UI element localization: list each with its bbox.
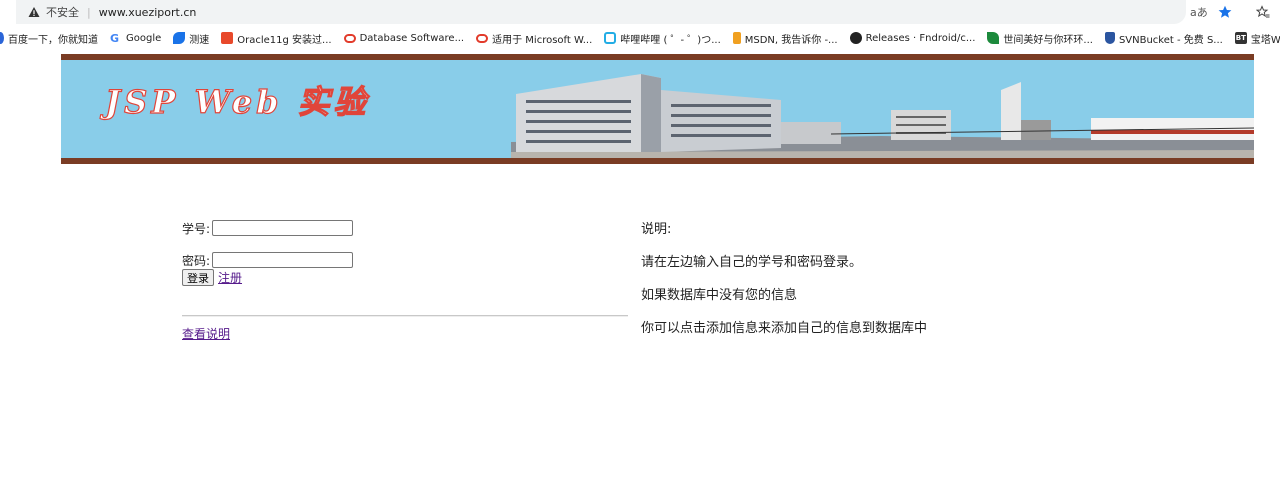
info-line-2: 如果数据库中没有您的信息 — [641, 288, 798, 303]
bt-icon: BT — [1234, 32, 1247, 44]
msdn-icon — [732, 32, 741, 44]
bookmark-baota[interactable]: BT宝塔Windows面板 — [1234, 31, 1280, 46]
action-row: 登录 注册 — [182, 269, 353, 286]
insecure-label: 不安全 — [46, 6, 79, 19]
view-help-link[interactable]: 查看说明 — [182, 325, 230, 342]
warning-icon[interactable] — [28, 6, 40, 18]
student-id-row: 学号: — [182, 219, 354, 237]
bookmarks-bar: 百度一下，你就知道 G Google 测速 Oracle11g 安装过... Da… — [0, 26, 1280, 50]
info-heading: 说明: — [641, 222, 672, 237]
password-row: 密码: — [182, 251, 354, 269]
address-field[interactable]: 不安全 | www.xueziport.cn — [16, 0, 1186, 24]
bucket-icon — [1104, 32, 1115, 44]
divider — [182, 315, 628, 317]
student-id-input[interactable] — [212, 220, 354, 236]
bilibili-icon — [604, 32, 617, 44]
bookmark-database-software[interactable]: Database Software... — [343, 33, 464, 44]
google-icon: G — [110, 31, 120, 45]
site-banner: JSP Web 实验 — [61, 54, 1254, 164]
url-text[interactable]: www.xueziport.cn — [99, 6, 197, 19]
favorite-star-button[interactable] — [1218, 0, 1232, 24]
favorites-button[interactable] — [1256, 0, 1270, 24]
bookmark-world[interactable]: 世间美好与你环环... — [987, 31, 1093, 46]
read-aloud-label: aあ — [1190, 6, 1208, 19]
bookmark-speedtest[interactable]: 测速 — [173, 31, 209, 46]
info-panel: 说明: 请在左边输入自己的学号和密码登录。 如果数据库中没有您的信息 你可以点击… — [641, 221, 927, 353]
oracle-icon — [343, 33, 356, 43]
read-aloud-button[interactable]: aあ — [1190, 0, 1208, 24]
c-icon — [221, 32, 234, 44]
student-id-label: 学号: — [182, 221, 211, 236]
bookmark-google[interactable]: G Google — [110, 32, 161, 45]
speed-icon — [173, 32, 186, 44]
favorites-icon — [1256, 5, 1270, 18]
address-bar: 不安全 | www.xueziport.cn aあ — [0, 0, 1280, 24]
paw-icon — [0, 32, 4, 44]
password-label: 密码: — [182, 253, 211, 268]
info-line-3: 你可以点击添加信息来添加自己的信息到数据库中 — [641, 321, 928, 336]
bookmark-releases[interactable]: Releases · Fndroid/c... — [849, 32, 975, 44]
oracle-icon — [476, 33, 489, 43]
login-button[interactable]: 登录 — [182, 269, 214, 286]
bookmark-microsoft[interactable]: 适用于 Microsoft W... — [476, 31, 592, 46]
password-input[interactable] — [212, 252, 354, 268]
bookmark-baidu[interactable]: 百度一下，你就知道 — [0, 31, 98, 46]
star-icon — [1218, 5, 1232, 18]
leaf-icon — [987, 32, 1000, 44]
bookmark-svnbucket[interactable]: SVNBucket - 免费 S... — [1104, 31, 1223, 46]
info-line-1: 请在左边输入自己的学号和密码登录。 — [641, 255, 863, 270]
login-form: 学号: 密码: 登录 注册 — [182, 219, 354, 286]
register-link[interactable]: 注册 — [218, 269, 242, 286]
banner-title: JSP Web 实验 — [104, 82, 370, 121]
address-separator: | — [87, 5, 91, 19]
bookmark-msdn[interactable]: MSDN, 我告诉你 -... — [732, 31, 838, 46]
bookmark-bilibili[interactable]: 哔哩哔哩 ( ゜- ゜)つ... — [604, 31, 721, 46]
bookmark-oracle11g[interactable]: Oracle11g 安装过... — [221, 31, 332, 46]
github-icon — [849, 32, 862, 44]
